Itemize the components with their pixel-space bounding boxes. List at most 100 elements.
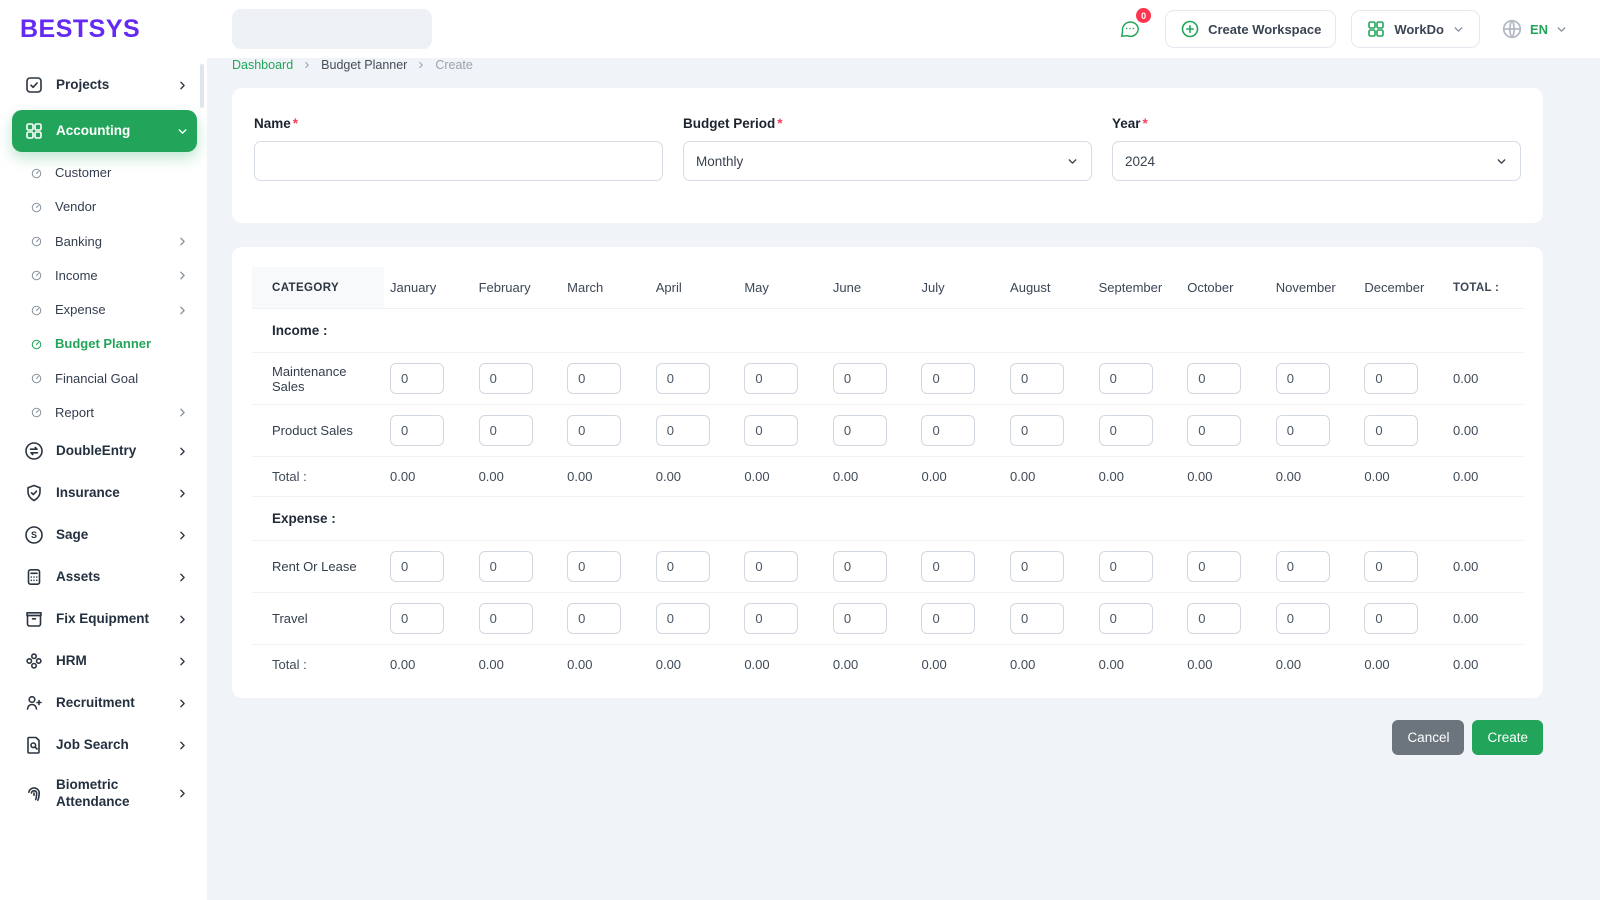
language-label: EN: [1529, 21, 1548, 37]
month-total-august: 0.00: [1004, 644, 1093, 684]
sidebar-item-hrm[interactable]: HRM: [12, 640, 197, 682]
input-travel-january[interactable]: [390, 603, 444, 634]
grid-icon: [24, 121, 44, 141]
sidebar-scrollbar[interactable]: [200, 64, 204, 108]
sidebar-item-job-search[interactable]: Job Search: [12, 724, 197, 766]
input-product-sales-november[interactable]: [1275, 415, 1330, 446]
sidebar-item-recruitment[interactable]: Recruitment: [12, 682, 197, 724]
input-travel-june[interactable]: [832, 603, 887, 634]
budget-period-select[interactable]: Monthly: [683, 141, 1092, 181]
input-travel-march[interactable]: [567, 603, 622, 634]
input-maintenance-sales-september[interactable]: [1098, 363, 1153, 394]
month-total-march: 0.00: [561, 456, 650, 497]
year-value: 2024: [1125, 153, 1156, 169]
input-rent-or-lease-october[interactable]: [1187, 551, 1242, 582]
input-product-sales-may[interactable]: [744, 415, 799, 446]
input-rent-or-lease-november[interactable]: [1275, 551, 1330, 582]
input-maintenance-sales-december[interactable]: [1364, 363, 1419, 394]
workdo-button[interactable]: WorkDo: [1351, 10, 1480, 48]
input-travel-february[interactable]: [478, 603, 533, 634]
row-total-product-sales: 0.00: [1447, 404, 1523, 457]
sidebar-item-label: Recruitment: [56, 694, 135, 710]
sidebar-item-income[interactable]: Income: [12, 259, 197, 293]
input-maintenance-sales-january[interactable]: [390, 363, 444, 394]
input-product-sales-march[interactable]: [567, 415, 622, 446]
input-maintenance-sales-november[interactable]: [1275, 363, 1330, 394]
cancel-button[interactable]: Cancel: [1392, 720, 1465, 755]
input-product-sales-october[interactable]: [1187, 415, 1242, 446]
sidebar-item-budget-planner[interactable]: Budget Planner: [12, 327, 197, 361]
input-maintenance-sales-june[interactable]: [832, 363, 887, 394]
input-travel-july[interactable]: [921, 603, 976, 634]
input-rent-or-lease-may[interactable]: [744, 551, 799, 582]
sidebar-item-fix-equipment[interactable]: Fix Equipment: [12, 598, 197, 640]
input-rent-or-lease-february[interactable]: [478, 551, 533, 582]
input-maintenance-sales-march[interactable]: [567, 363, 622, 394]
input-travel-september[interactable]: [1098, 603, 1153, 634]
input-product-sales-december[interactable]: [1364, 415, 1419, 446]
sidebar-item-expense[interactable]: Expense: [12, 293, 197, 327]
input-maintenance-sales-august[interactable]: [1010, 363, 1065, 394]
input-product-sales-july[interactable]: [921, 415, 976, 446]
sidebar-item-biometric-attendance[interactable]: Biometric Attendance: [12, 766, 197, 822]
month-total-april: 0.00: [649, 644, 739, 684]
input-product-sales-february[interactable]: [478, 415, 533, 446]
input-rent-or-lease-march[interactable]: [567, 551, 622, 582]
input-product-sales-april[interactable]: [655, 415, 710, 446]
gauge-icon: [30, 167, 43, 180]
month-header-july: July: [915, 267, 1005, 309]
create-workspace-button[interactable]: Create Workspace: [1165, 10, 1337, 48]
sidebar-item-sage[interactable]: S Sage: [12, 514, 197, 556]
sidebar-item-report[interactable]: Report: [12, 396, 197, 430]
input-travel-october[interactable]: [1187, 603, 1242, 634]
sidebar-item-customer[interactable]: Customer: [12, 156, 197, 190]
sidebar-item-financial-goal[interactable]: Financial Goal: [12, 362, 197, 396]
input-travel-may[interactable]: [744, 603, 799, 634]
input-rent-or-lease-december[interactable]: [1364, 551, 1419, 582]
chat-button[interactable]: 0: [1110, 8, 1152, 49]
input-product-sales-august[interactable]: [1010, 415, 1065, 446]
chevron-right-icon: [176, 235, 189, 248]
row-total-travel: 0.00: [1447, 592, 1523, 645]
sidebar-item-vendor[interactable]: Vendor: [12, 190, 197, 224]
input-maintenance-sales-may[interactable]: [744, 363, 799, 394]
sidebar-item-doubleentry[interactable]: DoubleEntry: [12, 430, 197, 472]
month-header-may: May: [738, 267, 827, 309]
name-label: Name *: [254, 116, 299, 131]
input-rent-or-lease-january[interactable]: [390, 551, 444, 582]
input-maintenance-sales-april[interactable]: [655, 363, 710, 394]
sidebar-item-insurance[interactable]: Insurance: [12, 472, 197, 514]
chevron-right-icon: [176, 787, 189, 800]
cell-travel-march: [561, 592, 650, 645]
input-rent-or-lease-july[interactable]: [921, 551, 976, 582]
input-maintenance-sales-july[interactable]: [921, 363, 976, 394]
input-product-sales-january[interactable]: [390, 415, 444, 446]
input-rent-or-lease-april[interactable]: [655, 551, 710, 582]
create-button[interactable]: Create: [1472, 720, 1543, 755]
sidebar-item-accounting[interactable]: Accounting: [12, 110, 197, 152]
language-selector[interactable]: EN: [1495, 17, 1574, 41]
field-budget-period: Budget Period * Monthly: [683, 116, 1092, 181]
sidebar-item-projects[interactable]: Projects: [12, 64, 197, 106]
year-select[interactable]: 2024: [1112, 141, 1521, 181]
input-rent-or-lease-june[interactable]: [832, 551, 887, 582]
person-plus-icon: [24, 693, 44, 713]
input-travel-november[interactable]: [1275, 603, 1330, 634]
input-travel-april[interactable]: [655, 603, 710, 634]
input-rent-or-lease-september[interactable]: [1098, 551, 1153, 582]
sidebar-item-banking[interactable]: Banking: [12, 225, 197, 259]
input-travel-december[interactable]: [1364, 603, 1419, 634]
cell-maintenance-sales-december: [1358, 352, 1447, 405]
breadcrumb-item-dashboard[interactable]: Dashboard: [232, 58, 293, 72]
month-header-february: February: [472, 267, 562, 309]
name-input[interactable]: [254, 141, 663, 181]
input-rent-or-lease-august[interactable]: [1010, 551, 1065, 582]
input-maintenance-sales-october[interactable]: [1187, 363, 1242, 394]
month-total-july: 0.00: [915, 644, 1005, 684]
input-travel-august[interactable]: [1010, 603, 1065, 634]
input-maintenance-sales-february[interactable]: [478, 363, 533, 394]
input-product-sales-september[interactable]: [1098, 415, 1153, 446]
input-product-sales-june[interactable]: [832, 415, 887, 446]
sidebar-item-assets[interactable]: Assets: [12, 556, 197, 598]
cell-rent-or-lease-august: [1004, 540, 1093, 593]
